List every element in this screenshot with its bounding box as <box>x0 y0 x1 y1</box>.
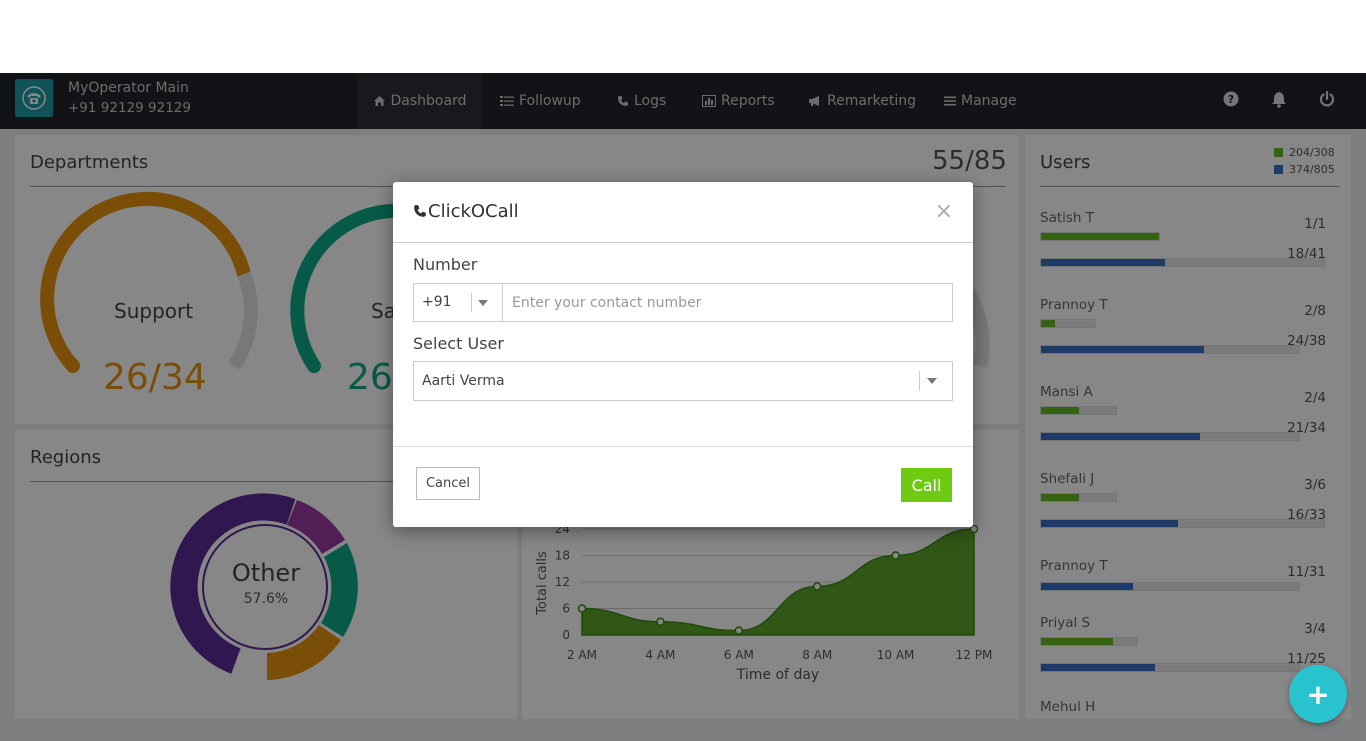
top-band <box>0 0 1366 73</box>
number-label: Number <box>413 255 478 274</box>
clickocall-modal: ClickOCall × Number +91 Select User Aart… <box>393 182 973 527</box>
country-code-separator <box>471 293 472 312</box>
plus-icon: + <box>1306 677 1330 711</box>
modal-title: ClickOCall <box>428 201 519 222</box>
modal-header: ClickOCall × <box>393 182 973 243</box>
country-code-value: +91 <box>422 294 452 310</box>
select-user-separator <box>919 371 920 391</box>
modal-footer: Cancel Call <box>393 446 973 527</box>
chevron-down-icon <box>478 300 488 306</box>
country-code-select[interactable]: +91 <box>414 284 503 321</box>
contact-number-input[interactable] <box>504 284 952 321</box>
phone-icon <box>414 205 426 217</box>
call-button[interactable]: Call <box>901 468 952 502</box>
select-user-dropdown[interactable]: Aarti Verma <box>413 361 953 401</box>
select-user-label: Select User <box>413 334 504 353</box>
close-icon[interactable]: × <box>935 199 953 224</box>
add-fab-button[interactable]: + <box>1289 665 1347 723</box>
number-input-group: +91 <box>413 283 953 322</box>
chevron-down-icon <box>927 378 937 384</box>
selected-user-value: Aarti Verma <box>422 373 505 389</box>
cancel-button[interactable]: Cancel <box>416 467 480 500</box>
